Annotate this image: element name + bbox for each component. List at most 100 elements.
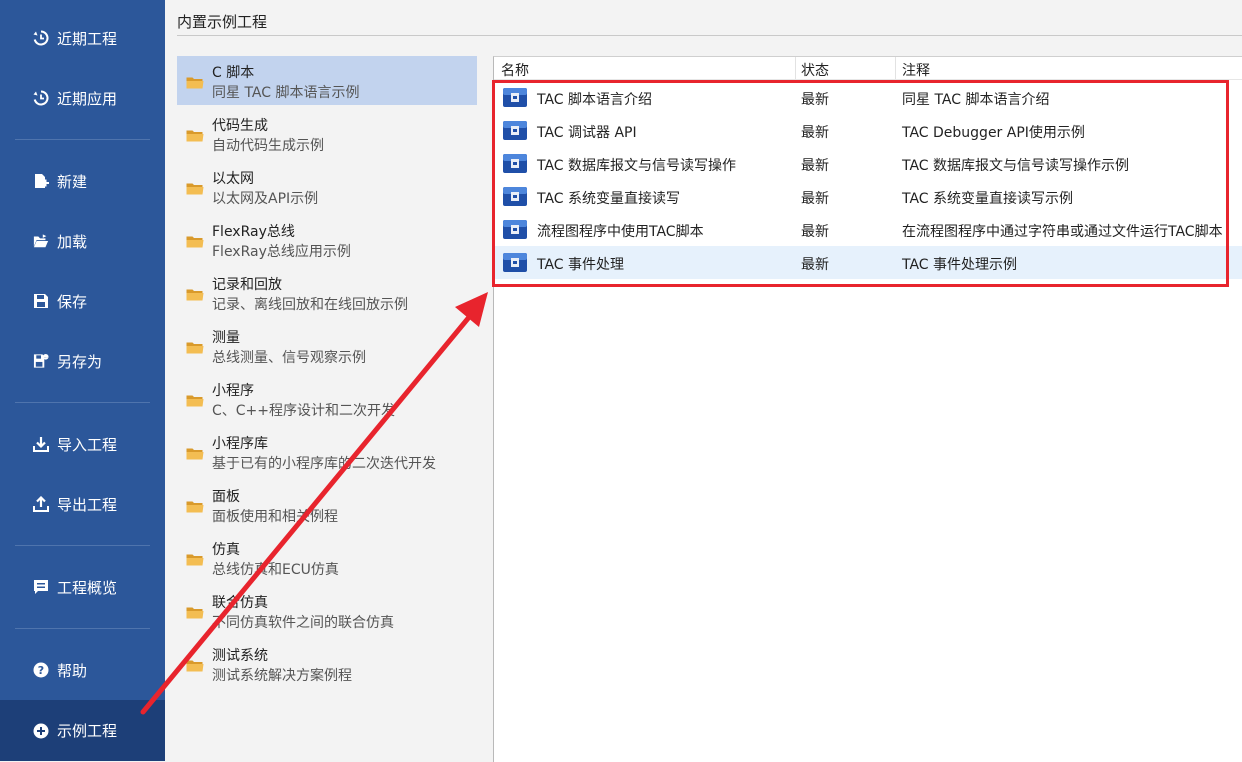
nav-load[interactable]: 加载 xyxy=(0,211,165,271)
row-note: TAC 事件处理示例 xyxy=(902,257,1018,273)
row-status: 最新 xyxy=(801,191,829,207)
row-status: 最新 xyxy=(801,257,829,273)
column-header-name[interactable]: 名称 xyxy=(501,60,529,80)
table-row[interactable]: TAC 调试器 API 最新 TAC Debugger API使用示例 xyxy=(494,114,1242,147)
category-title: 联合仿真 xyxy=(212,595,268,611)
nav-label: 导出工程 xyxy=(57,495,118,514)
nav-save-as[interactable]: … 另存为 xyxy=(0,331,165,391)
nav-sample-projects[interactable]: 示例工程 xyxy=(0,700,165,761)
save-as-icon: … xyxy=(33,353,49,369)
folder-open-icon xyxy=(33,233,49,249)
category-title: 面板 xyxy=(212,489,240,505)
import-icon xyxy=(33,436,49,452)
column-header-note[interactable]: 注释 xyxy=(902,60,930,80)
column-header-status[interactable]: 状态 xyxy=(801,60,829,80)
category-title: 测量 xyxy=(212,330,240,346)
nav-new[interactable]: 新建 xyxy=(0,151,165,211)
nav-recent-projects[interactable]: 近期工程 xyxy=(0,8,165,68)
sidebar: 近期工程 近期应用 新建 加载 保存 … 另存为 导入工程 导出工程 工程概览 … xyxy=(0,0,165,761)
category-item[interactable]: 联合仿真 不同仿真软件之间的联合仿真 xyxy=(177,586,477,635)
nav-project-overview[interactable]: 工程概览 xyxy=(0,557,165,617)
add-circle-icon xyxy=(33,723,49,739)
divider xyxy=(15,139,150,140)
table-row[interactable]: TAC 事件处理 最新 TAC 事件处理示例 xyxy=(494,246,1242,279)
category-item[interactable]: C 脚本同星 TAC 脚本语言示例 xyxy=(177,56,477,105)
nav-label: 近期应用 xyxy=(57,89,118,108)
nav-import-project[interactable]: 导入工程 xyxy=(0,414,165,474)
category-subtitle: 同星 TAC 脚本语言示例 xyxy=(212,85,360,101)
category-item[interactable]: 测试系统 测试系统解决方案例程 xyxy=(177,639,477,688)
main-content: 内置示例工程 C 脚本 同星 TAC 脚本语言示例 代码生成 自动代码生成示例 以太网以… xyxy=(165,0,1242,762)
help-icon: ? xyxy=(33,662,49,678)
nav-label: 帮助 xyxy=(57,661,88,680)
table-row[interactable]: TAC 系统变量直接读写 最新 TAC 系统变量直接读写示例 xyxy=(494,180,1242,213)
row-note: TAC 系统变量直接读写示例 xyxy=(902,191,1074,207)
category-title: 代码生成 xyxy=(212,118,268,134)
row-name: TAC 数据库报文与信号读写操作 xyxy=(537,158,737,174)
nav-recent-apps[interactable]: 近期应用 xyxy=(0,68,165,128)
folder-icon xyxy=(186,236,204,248)
column-divider[interactable] xyxy=(895,57,896,79)
category-item[interactable]: 小程序 C、C++程序设计和二次开发 xyxy=(177,374,477,423)
nav-label: 加载 xyxy=(57,232,88,251)
nav-label: 另存为 xyxy=(57,352,103,371)
new-file-icon xyxy=(33,173,49,189)
row-status: 最新 xyxy=(801,224,829,240)
category-item[interactable]: 记录和回放记录、离线回放和在线回放示例 xyxy=(177,268,477,317)
folder-icon xyxy=(186,448,204,460)
row-name: TAC 事件处理 xyxy=(537,257,625,273)
column-divider[interactable] xyxy=(795,57,796,79)
category-subtitle: C、C++程序设计和二次开发 xyxy=(212,403,396,419)
category-subtitle: 总线仿真和ECU仿真 xyxy=(212,562,339,578)
divider xyxy=(15,545,150,546)
table-row[interactable]: 流程图程序中使用TAC脚本 最新 在流程图程序中通过字符串或通过文件运行TAC脚本 xyxy=(494,213,1242,246)
svg-text:?: ? xyxy=(38,664,44,677)
tac-script-icon xyxy=(503,220,527,239)
tac-script-icon xyxy=(503,88,527,107)
table-header: 名称 状态 注释 xyxy=(494,57,1242,80)
category-title: 小程序 xyxy=(212,383,254,399)
page-title: 内置示例工程 xyxy=(177,13,268,31)
category-item[interactable]: 以太网 以太网及API示例 xyxy=(177,162,477,211)
folder-icon xyxy=(186,554,204,566)
row-status: 最新 xyxy=(801,92,829,108)
svg-text:…: … xyxy=(44,355,48,359)
category-title: C 脚本 xyxy=(212,65,255,81)
tac-script-icon xyxy=(503,121,527,140)
nav-label: 保存 xyxy=(57,292,88,311)
category-item[interactable]: 测量总线测量、信号观察示例 xyxy=(177,321,477,370)
table-row[interactable]: TAC 脚本语言介绍 最新 同星 TAC 脚本语言介绍 xyxy=(494,81,1242,114)
nav-help[interactable]: ? 帮助 xyxy=(0,640,165,700)
category-title: 仿真 xyxy=(212,542,240,558)
history-icon xyxy=(33,30,49,46)
folder-icon xyxy=(186,342,204,354)
category-title: 以太网 xyxy=(212,171,254,187)
nav-label: 导入工程 xyxy=(57,435,118,454)
category-item[interactable]: FlexRay总线 FlexRay总线应用示例 xyxy=(177,215,477,264)
row-status: 最新 xyxy=(801,125,829,141)
category-subtitle: 记录、离线回放和在线回放示例 xyxy=(212,297,408,313)
category-item[interactable]: 面板 面板使用和相关例程 xyxy=(177,480,477,529)
category-title: 记录和回放 xyxy=(212,277,282,293)
category-item[interactable]: 仿真总线仿真和ECU仿真 xyxy=(177,533,477,582)
category-title: 测试系统 xyxy=(212,648,268,664)
category-subtitle: 总线测量、信号观察示例 xyxy=(212,350,366,366)
category-item[interactable]: 代码生成自动代码生成示例 xyxy=(177,109,477,158)
export-icon xyxy=(33,496,49,512)
category-subtitle: 自动代码生成示例 xyxy=(212,138,324,154)
divider xyxy=(177,35,1242,36)
category-item[interactable]: 小程序库 基于已有的小程序库的二次迭代开发 xyxy=(177,427,477,476)
row-name: TAC 调试器 API xyxy=(537,125,637,141)
tac-script-icon xyxy=(503,253,527,272)
row-note: TAC 数据库报文与信号读写操作示例 xyxy=(902,158,1130,174)
row-note: TAC Debugger API使用示例 xyxy=(902,125,1085,141)
nav-label: 工程概览 xyxy=(57,578,118,597)
nav-save[interactable]: 保存 xyxy=(0,271,165,331)
tac-script-icon xyxy=(503,187,527,206)
table-row[interactable]: TAC 数据库报文与信号读写操作 最新 TAC 数据库报文与信号读写操作示例 xyxy=(494,147,1242,180)
folder-icon xyxy=(186,501,204,513)
nav-export-project[interactable]: 导出工程 xyxy=(0,474,165,534)
category-subtitle: 基于已有的小程序库的二次迭代开发 xyxy=(212,456,436,472)
folder-icon xyxy=(186,289,204,301)
row-name: 流程图程序中使用TAC脚本 xyxy=(537,224,704,240)
